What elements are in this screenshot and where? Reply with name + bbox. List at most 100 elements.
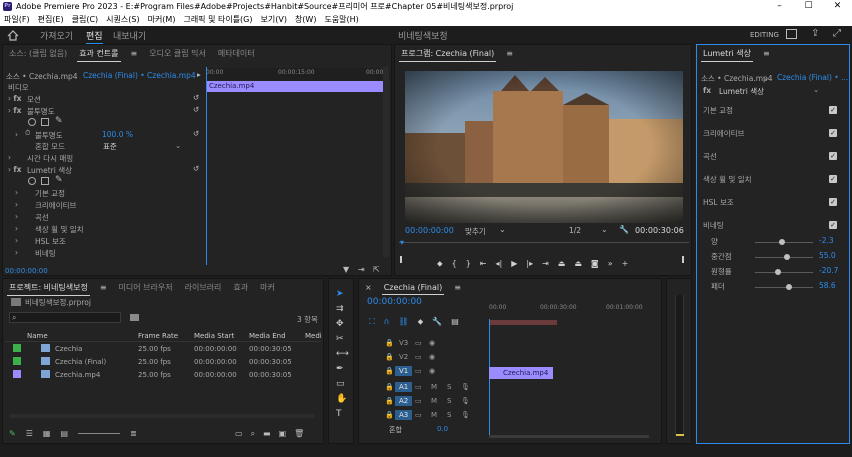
track-label[interactable]: A1 (395, 382, 413, 392)
program-playhead[interactable]: ▾ (400, 238, 404, 247)
track-label[interactable]: V2 (395, 352, 412, 362)
zoom-slider[interactable] (78, 433, 120, 438)
section-checkbox[interactable]: ✓ (829, 152, 837, 160)
go-to-out-icon[interactable]: ⇥ (542, 259, 549, 269)
mic-icon[interactable]: 🎙 (461, 383, 470, 391)
find-icon[interactable]: ⌕ (251, 429, 255, 439)
blend-mode-select[interactable]: 표준 (103, 141, 117, 152)
lumetri-section-creative[interactable]: 크리에이티브 (703, 128, 744, 139)
eye-icon[interactable]: ◉ (429, 339, 435, 347)
chevron-down-icon[interactable]: ⌄ (813, 85, 819, 96)
menu-icon[interactable]: ≡ (94, 283, 113, 292)
settings-icon[interactable]: » (608, 259, 613, 269)
mute-button[interactable]: M (431, 411, 437, 419)
menu-help[interactable]: 도움말(H) (320, 14, 362, 25)
sequence-label[interactable]: Czechia (Final) • Czechia.mp4 (83, 71, 196, 82)
pen-mask-icon[interactable]: ✎ (55, 116, 63, 126)
vignette-slider-track[interactable] (755, 287, 813, 288)
solo-button[interactable]: S (447, 397, 451, 405)
lift-icon[interactable]: ⏏ (558, 259, 566, 269)
program-title[interactable]: 프로그램: Czechia (Final) (395, 48, 500, 62)
go-to-in-icon[interactable]: ⇤ (480, 259, 487, 269)
rect-mask-icon[interactable] (41, 118, 49, 126)
lumetri-section-wheels[interactable]: 색상 휠 및 일치 (703, 174, 752, 185)
tab-source[interactable]: 소스: (클립 없음) (3, 48, 73, 59)
hand-tool-icon[interactable]: ✋ (336, 394, 349, 404)
tab-media-browser[interactable]: 미디어 브라우저 (113, 282, 179, 293)
section-checkbox[interactable]: ✓ (829, 129, 837, 137)
trash-icon[interactable]: 🗑 (294, 429, 304, 439)
label-color-swatch[interactable] (13, 344, 21, 352)
track-select-icon[interactable]: ⇉ (336, 304, 349, 314)
marker-icon[interactable]: ⬥ (437, 259, 443, 269)
mute-button[interactable]: M (431, 397, 437, 405)
pen-mask-icon[interactable]: ✎ (55, 175, 63, 185)
zoom-handle[interactable] (682, 256, 684, 263)
lumetri-sequence[interactable]: Czechia (Final) • ... (777, 73, 848, 84)
ripple-icon[interactable]: ⇥ (358, 265, 365, 274)
play-icon[interactable]: ▶ (511, 259, 517, 269)
lock-icon[interactable]: 🔒 (385, 383, 394, 391)
effect-lumetri[interactable]: Lumetri 색상 (27, 165, 72, 176)
marker-icon[interactable]: ⬥ (418, 317, 424, 327)
label-color-swatch[interactable] (13, 357, 21, 365)
chevron-down-icon[interactable]: ⌄ (763, 73, 769, 84)
slip-icon[interactable]: ⟷ (336, 349, 349, 359)
sync-lock-icon[interactable]: ▭ (415, 367, 422, 375)
maximize-button[interactable]: ☐ (794, 0, 823, 13)
list-view-icon[interactable]: ☰ (26, 429, 33, 438)
menu-clip[interactable]: 클립(C) (68, 14, 103, 25)
camera-icon[interactable]: ◙ (591, 259, 599, 269)
tab-edit[interactable]: 편집 (86, 29, 103, 45)
lumetri-item[interactable]: 비네팅 (35, 248, 56, 259)
quality-select[interactable]: 1/2 (569, 226, 581, 235)
ec-playhead[interactable] (206, 67, 207, 265)
rectangle-tool-icon[interactable]: ▭ (336, 379, 349, 389)
tab-markers[interactable]: 마커 (254, 282, 281, 293)
add-button[interactable]: + (622, 259, 629, 269)
tab-effects[interactable]: 효과 (227, 282, 254, 293)
menu-file[interactable]: 파일(F) (0, 14, 34, 25)
ellipse-mask-icon[interactable] (28, 118, 36, 126)
lock-icon[interactable]: 🔒 (385, 367, 394, 375)
lumetri-item[interactable]: 곡선 (35, 212, 49, 223)
fullscreen-icon[interactable]: ⤢ (833, 28, 841, 39)
menu-sequence[interactable]: 시퀀스(S) (102, 14, 143, 25)
timeline-ruler[interactable]: 00:00 00:00:30:00 00:01:00:00 (489, 297, 657, 327)
ec-scrollbar[interactable] (383, 67, 389, 257)
effect-time-remap[interactable]: 시간 다시 매핑 (27, 153, 73, 164)
mark-out-icon[interactable]: } (466, 259, 471, 269)
lumetri-section-vignette[interactable]: 비네팅 (703, 220, 724, 231)
ec-timecode[interactable]: 00:00:00:00 (5, 267, 48, 275)
menu-icon[interactable]: ≡ (757, 49, 776, 58)
menu-marker[interactable]: 마커(M) (144, 14, 180, 25)
pen-tool-icon[interactable]: ✒ (336, 364, 349, 374)
menu-graphics[interactable]: 그래픽 및 타이틀(G) (179, 14, 256, 25)
captions-icon[interactable]: ▤ (451, 317, 459, 327)
program-scrubber[interactable] (399, 242, 689, 243)
bin-icon[interactable]: ▭ (235, 429, 243, 439)
sync-lock-icon[interactable]: ▭ (415, 411, 422, 419)
wrench-icon[interactable]: 🔧 (619, 225, 629, 234)
sync-lock-icon[interactable]: ▭ (415, 339, 422, 347)
home-icon[interactable] (7, 30, 19, 41)
effect-opacity[interactable]: 불투명도 (27, 106, 55, 117)
lumetri-item[interactable]: 크리에이티브 (35, 200, 76, 211)
menu-edit[interactable]: 편집(E) (34, 14, 68, 25)
new-bin-icon[interactable]: ▬ (263, 429, 271, 439)
vignette-slider-knob[interactable] (783, 254, 790, 260)
lock-icon[interactable]: 🔒 (385, 411, 394, 419)
track-label[interactable]: V3 (395, 338, 412, 348)
ripple-edit-icon[interactable]: ✥ (336, 319, 349, 329)
step-forward-icon[interactable]: |▸ (526, 259, 533, 269)
lumetri-item[interactable]: 색상 휠 및 일치 (35, 224, 84, 235)
menu-icon[interactable]: ≡ (448, 283, 467, 292)
vignette-slider-value[interactable]: -20.7 (819, 266, 838, 277)
master-value[interactable]: 0.0 (437, 425, 448, 433)
menu-icon[interactable]: ≡ (500, 49, 519, 58)
program-timecode[interactable]: 00:00:00:00 (405, 226, 454, 235)
opacity-value[interactable]: 100.0 % (102, 130, 133, 141)
track-label[interactable]: A3 (395, 410, 413, 420)
tab-export[interactable]: 내보내기 (113, 29, 146, 42)
track-label[interactable]: A2 (395, 396, 413, 406)
